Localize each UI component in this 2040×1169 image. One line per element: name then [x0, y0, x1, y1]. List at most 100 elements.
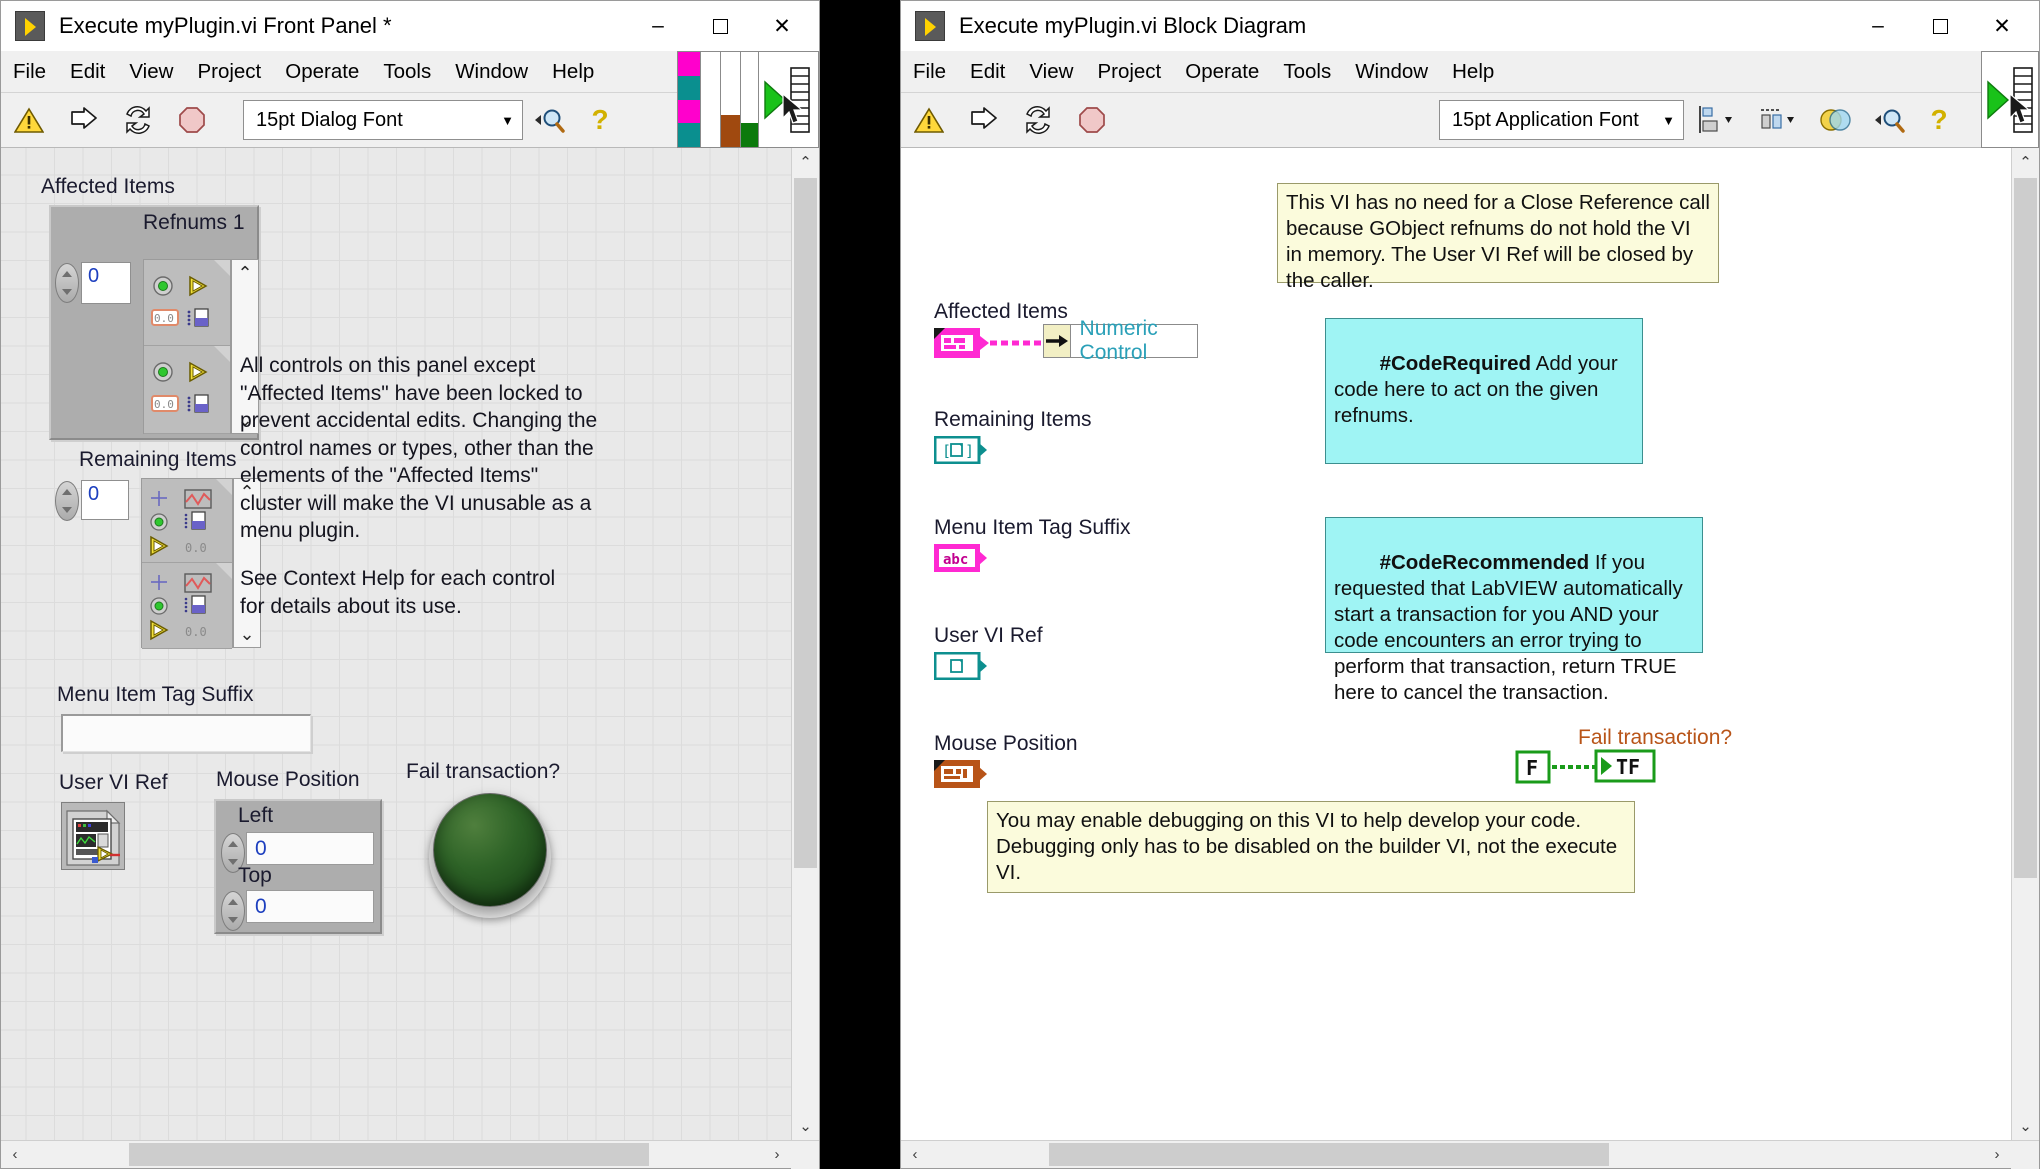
bd-reorder-button[interactable]: [1808, 98, 1864, 142]
fp-palette-col-3[interactable]: [720, 52, 740, 147]
mouse-position-terminal[interactable]: [934, 760, 988, 793]
bd-scroll-right-arrow[interactable]: ›: [1983, 1141, 2011, 1168]
bd-hscroll-thumb[interactable]: [1049, 1143, 1609, 1166]
front-panel-maximize-button[interactable]: [689, 2, 751, 50]
fail-transaction-wire[interactable]: [1552, 760, 1596, 774]
bd-run-continuously-button[interactable]: [1011, 98, 1065, 142]
front-panel-toolbar[interactable]: 15pt Dialog Font ▼ ?: [1, 51, 819, 148]
block-diagram-window[interactable]: Execute myPlugin.vi Block Diagram – ✕ Fi…: [900, 0, 2040, 1169]
palette-swatch-teal[interactable]: [678, 75, 700, 100]
block-diagram-titlebar[interactable]: Execute myPlugin.vi Block Diagram – ✕: [901, 1, 2039, 51]
affected-items-wire[interactable]: [990, 334, 1044, 352]
bd-menu-edit[interactable]: Edit: [958, 51, 1017, 92]
affected-items-index-value[interactable]: 0: [81, 262, 131, 304]
mouse-position-top-spinner[interactable]: [221, 891, 245, 931]
fp-abort-button[interactable]: [165, 98, 219, 142]
bd-distribute-objects-button[interactable]: [1746, 98, 1808, 142]
bd-font-selector[interactable]: 15pt Application Font ▼: [1439, 100, 1684, 140]
bd-menu-project[interactable]: Project: [1085, 51, 1173, 92]
user-vi-ref-control[interactable]: [61, 802, 125, 870]
bd-run-button[interactable]: [957, 98, 1011, 142]
bd-hscroll-track[interactable]: [929, 1141, 1983, 1168]
code-recommended-comment[interactable]: #CodeRecommended If you requested that L…: [1325, 517, 1703, 704]
menu-item-tag-suffix-terminal[interactable]: abc: [934, 544, 988, 577]
fp-palette-strip[interactable]: [677, 51, 819, 148]
front-panel-close-button[interactable]: ✕: [751, 2, 813, 50]
affected-items-terminal[interactable]: [934, 328, 990, 363]
menu-item-tag-suffix-input[interactable]: [61, 714, 311, 752]
block-diagram-vscrollbar[interactable]: ⌃ ⌄: [2011, 148, 2039, 1140]
remaining-items-elements[interactable]: 0.0 0.0: [141, 478, 233, 649]
front-panel-hscrollbar[interactable]: ‹ ›: [1, 1140, 819, 1169]
fp-palette-col-4[interactable]: [740, 52, 758, 147]
palette-swatch-magenta-2[interactable]: [678, 99, 700, 124]
bd-scroll-left-arrow[interactable]: ‹: [901, 1141, 929, 1168]
fp-font-selector[interactable]: 15pt Dialog Font ▼: [243, 100, 523, 140]
fp-menu-help[interactable]: Help: [540, 51, 606, 92]
bd-menu-tools[interactable]: Tools: [1271, 51, 1343, 92]
affected-items-element-0[interactable]: 0.0: [144, 260, 230, 346]
fp-run-button[interactable]: [57, 98, 111, 142]
block-diagram-canvas[interactable]: This VI has no need for a Close Referenc…: [901, 148, 2011, 1140]
close-reference-comment[interactable]: This VI has no need for a Close Referenc…: [1277, 183, 1719, 292]
bd-menu-window[interactable]: Window: [1343, 51, 1440, 92]
mouse-position-cluster[interactable]: Left 0 Top 0: [214, 799, 382, 934]
remaining-items-index-value[interactable]: 0: [81, 480, 129, 520]
bd-abort-button[interactable]: [1065, 98, 1119, 142]
block-diagram-hscrollbar[interactable]: ‹ ›: [901, 1140, 2039, 1169]
front-panel-canvas[interactable]: Affected Items Refnums 1 0 0.0 0.0 ⌃ ⌄ R…: [1, 148, 791, 1140]
bd-scroll-down-arrow[interactable]: ⌄: [2012, 1112, 2039, 1140]
fp-palette-col-2[interactable]: [700, 52, 720, 147]
bd-vscroll-thumb[interactable]: [2014, 178, 2037, 878]
code-required-comment[interactable]: #CodeRequired Add your code here to act …: [1325, 318, 1643, 464]
fp-menu-window[interactable]: Window: [443, 51, 540, 92]
fp-hscroll-track[interactable]: [29, 1141, 763, 1168]
bd-scroll-up-arrow[interactable]: ⌃: [2012, 148, 2039, 176]
scroll-down-icon[interactable]: ⌄: [239, 621, 254, 647]
bd-menu-file[interactable]: File: [901, 51, 958, 92]
fp-scroll-up-arrow[interactable]: ⌃: [792, 148, 819, 176]
user-vi-ref-terminal[interactable]: [933, 651, 988, 685]
block-diagram-toolbar[interactable]: 15pt Application Font ▼ ?: [901, 51, 2039, 148]
block-diagram-menubar[interactable]: File Edit View Project Operate Tools Win…: [901, 51, 2039, 93]
bd-align-objects-button[interactable]: [1684, 98, 1746, 142]
front-panel-vscrollbar[interactable]: ⌃ ⌄: [791, 148, 819, 1140]
fp-run-vi-shortcut[interactable]: [758, 52, 818, 147]
bd-maximize-button[interactable]: [1909, 2, 1971, 50]
fail-transaction-led[interactable]: [433, 793, 547, 907]
fp-search-button[interactable]: [523, 98, 577, 142]
fail-transaction-indicator-terminal[interactable]: TF: [1594, 749, 1656, 788]
remaining-items-terminal[interactable]: [ ]: [933, 435, 988, 469]
mouse-position-top-value[interactable]: 0: [246, 890, 374, 923]
affected-items-element-1[interactable]: 0.0: [144, 346, 230, 434]
palette-swatch-magenta[interactable]: [678, 52, 700, 76]
palette-swatch-teal-2[interactable]: [678, 123, 700, 147]
fp-palette-colors[interactable]: [678, 52, 700, 147]
fp-vscroll-thumb[interactable]: [794, 178, 817, 868]
scroll-up-icon[interactable]: ⌃: [237, 260, 252, 286]
remaining-items-element-1[interactable]: 0.0: [142, 563, 232, 649]
fp-warning-icon[interactable]: [1, 98, 57, 142]
fp-scroll-down-arrow[interactable]: ⌄: [792, 1112, 819, 1140]
fp-menu-edit[interactable]: Edit: [58, 51, 117, 92]
bd-menu-help[interactable]: Help: [1440, 51, 1506, 92]
debugging-comment[interactable]: You may enable debugging on this VI to h…: [987, 801, 1635, 893]
bd-context-help-button[interactable]: ?: [1916, 98, 1962, 142]
fp-context-help-button[interactable]: ?: [577, 98, 623, 142]
fp-menu-view[interactable]: View: [117, 51, 185, 92]
bd-menu-operate[interactable]: Operate: [1173, 51, 1271, 92]
bd-search-button[interactable]: [1864, 98, 1916, 142]
mouse-position-left-value[interactable]: 0: [246, 832, 374, 865]
bd-run-vi-shortcut[interactable]: [1981, 51, 2039, 148]
bd-minimize-button[interactable]: –: [1847, 2, 1909, 50]
front-panel-titlebar[interactable]: Execute myPlugin.vi Front Panel * – ✕: [1, 1, 819, 51]
fail-transaction-false-constant[interactable]: F: [1515, 750, 1553, 789]
fp-menu-project[interactable]: Project: [185, 51, 273, 92]
fp-scroll-right-arrow[interactable]: ›: [763, 1141, 791, 1168]
fp-menu-tools[interactable]: Tools: [371, 51, 443, 92]
fp-run-continuously-button[interactable]: [111, 98, 165, 142]
affected-items-array[interactable]: Refnums 1 0 0.0 0.0 ⌃ ⌄: [49, 205, 259, 440]
fp-menu-operate[interactable]: Operate: [273, 51, 371, 92]
bd-warning-icon[interactable]: [901, 98, 957, 142]
front-panel-window[interactable]: Execute myPlugin.vi Front Panel * – ✕ Fi…: [0, 0, 820, 1169]
